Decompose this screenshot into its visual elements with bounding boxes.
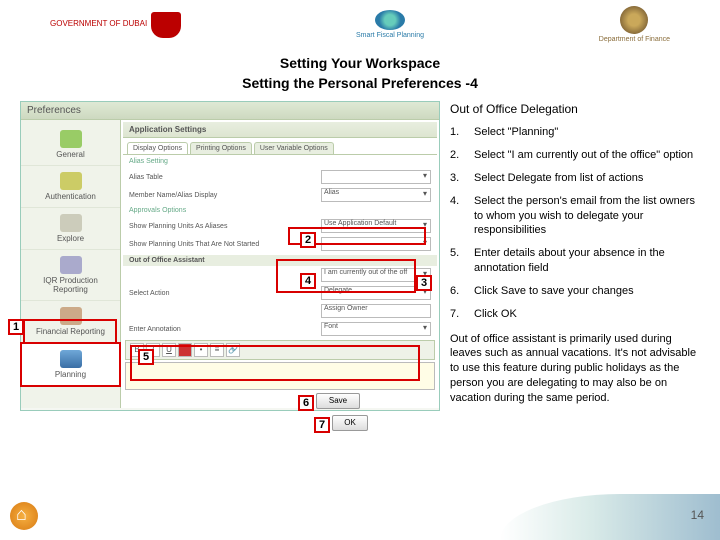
color-button[interactable]: [178, 343, 192, 357]
alias-table-select[interactable]: [321, 170, 431, 184]
globe-icon: [375, 10, 405, 30]
assign-owner-input[interactable]: Assign Owner: [321, 304, 431, 318]
page-title: Setting Your Workspace: [0, 55, 720, 71]
sidebar-item-label: Planning: [55, 370, 86, 379]
alias-display-label: Member Name/Alias Display: [129, 192, 317, 199]
tab-printing[interactable]: Printing Options: [190, 142, 252, 154]
callout-1: 1: [8, 319, 24, 335]
smart-fiscal-logo: Smart Fiscal Planning: [356, 10, 424, 39]
callout-4: 4: [300, 273, 316, 289]
planning-icon: [60, 350, 82, 368]
approvals-alias-label: Show Planning Units As Aliases: [129, 223, 317, 230]
callout-2: 2: [300, 232, 316, 248]
dof-text: Department of Finance: [599, 36, 670, 43]
step-num: 7.: [450, 307, 468, 322]
step-text: Select Delegate from list of actions: [474, 171, 700, 186]
sidebar-item-label: Authentication: [45, 192, 96, 201]
ok-button[interactable]: OK: [332, 415, 368, 431]
approvals-alias-select[interactable]: Use Application Default: [321, 219, 431, 233]
sidebar-item-finrep[interactable]: Financial Reporting: [21, 301, 120, 343]
save-button[interactable]: Save: [316, 393, 360, 409]
underline-button[interactable]: U: [162, 343, 176, 357]
prefs-body: General Authentication Explore IQR Produ…: [21, 120, 439, 408]
chart-icon: [60, 307, 82, 325]
link-button[interactable]: 🔗: [226, 343, 240, 357]
page-subtitle: Setting the Personal Preferences -4: [0, 75, 720, 91]
annotation-textarea[interactable]: [125, 362, 435, 390]
ooo-status-select[interactable]: I am currently out of the off: [321, 268, 431, 282]
select-action-label: Select Action: [129, 290, 317, 297]
callout-6: 6: [298, 395, 314, 411]
center-logo-text: Smart Fiscal Planning: [356, 32, 424, 39]
dof-logo: Department of Finance: [599, 6, 670, 43]
bullet-button[interactable]: •: [194, 343, 208, 357]
indent-button[interactable]: ≡: [210, 343, 224, 357]
callout-3: 3: [416, 275, 432, 291]
sidebar-item-auth[interactable]: Authentication: [21, 166, 120, 208]
select-action-dropdown[interactable]: Delegate: [321, 286, 431, 300]
alias-display-select[interactable]: Alias: [321, 188, 431, 202]
step-text: Click OK: [474, 307, 700, 322]
step-num: 2.: [450, 148, 468, 163]
approvals-section: Approvals Options: [123, 204, 437, 217]
tabs-row: Display Options Printing Options User Va…: [123, 138, 437, 155]
instructions-list: 1. Select "Planning" 2. Select "I am curre…: [450, 125, 700, 321]
gear-icon: [60, 130, 82, 148]
dubai-emblem-icon: [151, 12, 181, 38]
app-settings-header: Application Settings: [123, 122, 437, 138]
instructions-heading: Out of Office Delegation: [450, 101, 700, 117]
prefs-main: Application Settings Display Options Pri…: [121, 120, 439, 408]
screenshot-area: Preferences General Authentication Explo…: [20, 101, 440, 431]
window-title: Preferences: [21, 102, 439, 120]
preferences-window: Preferences General Authentication Explo…: [20, 101, 440, 411]
tab-display[interactable]: Display Options: [127, 142, 188, 154]
callout-7: 7: [314, 417, 330, 433]
content-row: Preferences General Authentication Explo…: [0, 101, 720, 431]
dof-seal-icon: [620, 6, 648, 34]
step-num: 6.: [450, 284, 468, 299]
sidebar-item-iqr[interactable]: IQR Production Reporting: [21, 250, 120, 301]
gov-dubai-text: GOVERNMENT OF DUBAI: [50, 20, 147, 29]
step-num: 5.: [450, 246, 468, 276]
alias-section: Alias Setting: [123, 155, 437, 168]
step-text: Enter details about your absence in the …: [474, 246, 700, 276]
tab-uservar[interactable]: User Variable Options: [254, 142, 334, 154]
folder-icon: [60, 214, 82, 232]
alias-table-label: Alias Table: [129, 174, 317, 181]
sidebar-item-label: IQR Production Reporting: [43, 276, 98, 294]
page-number: 14: [691, 508, 704, 522]
instructions-note: Out of office assistant is primarily use…: [450, 332, 700, 406]
step-num: 3.: [450, 171, 468, 186]
rich-text-toolbar: B I U • ≡ 🔗: [125, 340, 435, 360]
footer-wave: [500, 494, 720, 540]
prefs-sidebar: General Authentication Explore IQR Produ…: [21, 120, 121, 408]
step-text: Click Save to save your changes: [474, 284, 700, 299]
enter-annotation-label: Enter Annotation: [129, 326, 317, 333]
step-text: Select "I am currently out of the office…: [474, 148, 700, 163]
gov-dubai-logo: GOVERNMENT OF DUBAI: [50, 12, 181, 38]
step-num: 4.: [450, 194, 468, 239]
sidebar-item-explore[interactable]: Explore: [21, 208, 120, 250]
instructions-panel: Out of Office Delegation 1. Select "Plann…: [450, 101, 700, 431]
step-text: Select "Planning": [474, 125, 700, 140]
approvals-notstarted-select[interactable]: [321, 237, 431, 251]
sidebar-item-planning[interactable]: Planning: [20, 342, 121, 387]
approvals-notstarted-label: Show Planning Units That Are Not Started: [129, 241, 317, 248]
font-select[interactable]: Font: [321, 322, 431, 336]
home-icon[interactable]: [10, 502, 38, 530]
sidebar-item-label: Explore: [57, 234, 84, 243]
step-text: Select the person's email from the list …: [474, 194, 700, 239]
step-num: 1.: [450, 125, 468, 140]
callout-5: 5: [138, 349, 154, 365]
slide-header: GOVERNMENT OF DUBAI Smart Fiscal Plannin…: [0, 0, 720, 47]
ooo-section: Out of Office Assistant: [123, 255, 437, 266]
report-icon: [60, 256, 82, 274]
lock-icon: [60, 172, 82, 190]
sidebar-item-general[interactable]: General: [21, 124, 120, 166]
sidebar-item-label: Financial Reporting: [36, 327, 105, 336]
sidebar-item-label: General: [56, 150, 84, 159]
